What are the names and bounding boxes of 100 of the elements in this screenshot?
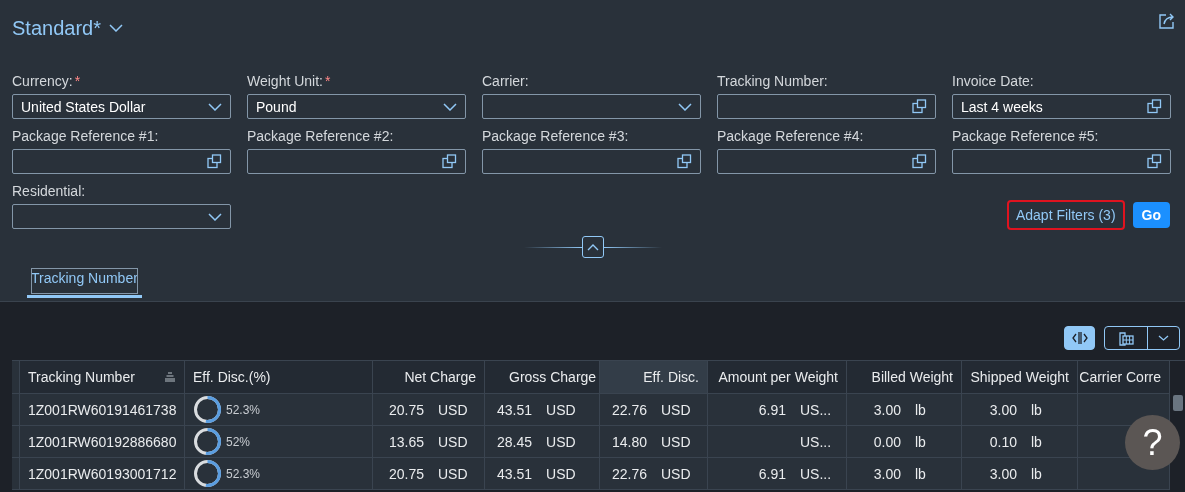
shipped-unit: lb bbox=[1031, 433, 1043, 450]
filter-label: Currency: bbox=[12, 73, 73, 89]
tab[interactable]: Tracking Number bbox=[27, 264, 142, 298]
discount-percent: 52.3% bbox=[226, 402, 261, 417]
eff-amount: 22.76 bbox=[611, 401, 647, 418]
filter-label: Weight Unit: bbox=[247, 73, 323, 89]
input-field[interactable] bbox=[717, 94, 936, 119]
eff-unit: USD bbox=[661, 401, 692, 418]
column-header[interactable]: Gross Charge bbox=[485, 361, 600, 394]
eff-unit: USD bbox=[661, 433, 692, 450]
value-help-icon[interactable] bbox=[912, 154, 927, 169]
eff-amount: 14.80 bbox=[611, 433, 647, 450]
value-help-icon[interactable] bbox=[677, 154, 692, 169]
gross-unit: USD bbox=[546, 433, 577, 450]
filter-label: Invoice Date: bbox=[952, 73, 1034, 89]
eff-amount: 22.76 bbox=[611, 465, 647, 482]
required-mark: * bbox=[74, 73, 81, 89]
tracking-number: 1Z001RW60191461738 bbox=[28, 401, 177, 418]
per-weight-amount: 6.91 bbox=[758, 401, 786, 418]
gross-amount: 28.45 bbox=[497, 433, 533, 450]
value-help-icon[interactable] bbox=[1147, 99, 1162, 114]
net-unit: USD bbox=[438, 465, 469, 482]
filter-label: Carrier: bbox=[482, 73, 529, 89]
discount-percent: 52% bbox=[226, 434, 251, 449]
filter-label: Residential: bbox=[12, 183, 86, 199]
net-amount: 13.65 bbox=[388, 433, 424, 450]
progress-ring bbox=[193, 459, 222, 488]
value-help-icon[interactable] bbox=[442, 154, 457, 169]
progress-ring bbox=[193, 395, 222, 424]
billed-amount: 3.00 bbox=[873, 401, 901, 418]
tracking-number: 1Z001RW60192886680 bbox=[28, 433, 177, 450]
net-unit: USD bbox=[438, 401, 469, 418]
filter-label: Package Reference #5: bbox=[952, 128, 1099, 144]
gross-amount: 43.51 bbox=[497, 401, 533, 418]
eff-unit: USD bbox=[661, 465, 692, 482]
dropdown-field[interactable] bbox=[482, 94, 701, 119]
export-split-button[interactable] bbox=[1104, 326, 1180, 350]
adapt-filters-button[interactable]: Adapt Filters (3) bbox=[1006, 200, 1125, 230]
input-field[interactable] bbox=[12, 149, 231, 174]
shipped-amount: 3.00 bbox=[989, 465, 1017, 482]
input-field[interactable]: Last 4 weeks bbox=[952, 94, 1171, 119]
shipped-amount: 3.00 bbox=[989, 401, 1017, 418]
net-unit: USD bbox=[438, 433, 469, 450]
dropdown-field[interactable]: Pound bbox=[247, 94, 466, 119]
input-field[interactable] bbox=[482, 149, 701, 174]
column-header[interactable]: Tracking Number bbox=[20, 361, 185, 394]
shipped-unit: lb bbox=[1031, 465, 1043, 482]
chevron-down-icon bbox=[108, 24, 123, 32]
value-help-icon[interactable] bbox=[207, 154, 222, 169]
filter-label: Tracking Number: bbox=[717, 73, 828, 89]
column-header[interactable]: Shipped Weight bbox=[962, 361, 1078, 394]
gross-unit: USD bbox=[546, 465, 577, 482]
dropdown-field[interactable] bbox=[12, 204, 231, 229]
tracking-number: 1Z001RW60193001712 bbox=[28, 465, 177, 482]
net-amount: 20.75 bbox=[388, 401, 424, 418]
collapse-button[interactable] bbox=[581, 236, 604, 258]
column-header[interactable]: Eff. Disc. bbox=[600, 361, 708, 394]
input-field[interactable] bbox=[717, 149, 936, 174]
dropdown-field[interactable]: United States Dollar bbox=[12, 94, 231, 119]
scrollbar-thumb[interactable] bbox=[1172, 395, 1183, 411]
discount-percent: 52.3% bbox=[226, 466, 261, 481]
billed-amount: 0.00 bbox=[873, 433, 901, 450]
gross-unit: USD bbox=[546, 401, 577, 418]
chevron-up-icon bbox=[586, 243, 599, 251]
chevron-down-icon bbox=[678, 102, 692, 111]
variant-selector[interactable]: Standard* bbox=[12, 16, 123, 40]
value-help-icon[interactable] bbox=[912, 99, 927, 114]
spreadsheet-icon bbox=[1117, 330, 1135, 346]
progress-ring bbox=[193, 427, 222, 456]
column-header[interactable]: Carrier Corre bbox=[1078, 361, 1170, 394]
column-header[interactable]: Billed Weight bbox=[847, 361, 962, 394]
filter-label: Package Reference #2: bbox=[247, 128, 394, 144]
value-help-icon[interactable] bbox=[1147, 154, 1162, 169]
required-mark: * bbox=[325, 73, 331, 89]
shipped-amount: 0.10 bbox=[989, 433, 1017, 450]
column-header[interactable]: Net Charge bbox=[373, 361, 485, 394]
filter-label: Package Reference #3: bbox=[482, 128, 629, 144]
gross-amount: 43.51 bbox=[497, 465, 533, 482]
column-header[interactable]: Amount per Weight bbox=[708, 361, 847, 394]
input-field[interactable] bbox=[952, 149, 1171, 174]
per-weight-unit: US... bbox=[800, 465, 833, 482]
column-resize-button[interactable] bbox=[1064, 326, 1095, 350]
per-weight-amount: 6.91 bbox=[758, 465, 786, 482]
per-weight-unit: US... bbox=[800, 433, 833, 450]
column-header[interactable]: Eff. Disc.(%) bbox=[185, 361, 373, 394]
net-amount: 20.75 bbox=[388, 465, 424, 482]
chevron-down-icon bbox=[443, 102, 457, 111]
filter-label: Package Reference #4: bbox=[717, 128, 864, 144]
share-icon[interactable] bbox=[1158, 12, 1176, 30]
billed-unit: lb bbox=[915, 433, 927, 450]
per-weight-unit: US... bbox=[800, 401, 833, 418]
chevron-down-icon bbox=[208, 212, 222, 221]
column-resize-icon bbox=[1071, 331, 1088, 345]
filter-label: Package Reference #1: bbox=[12, 128, 159, 144]
chevron-down-icon bbox=[208, 102, 222, 111]
sort-icon bbox=[164, 372, 176, 382]
billed-unit: lb bbox=[915, 401, 927, 418]
input-field[interactable] bbox=[247, 149, 466, 174]
billed-amount: 3.00 bbox=[873, 465, 901, 482]
billed-unit: lb bbox=[915, 465, 927, 482]
